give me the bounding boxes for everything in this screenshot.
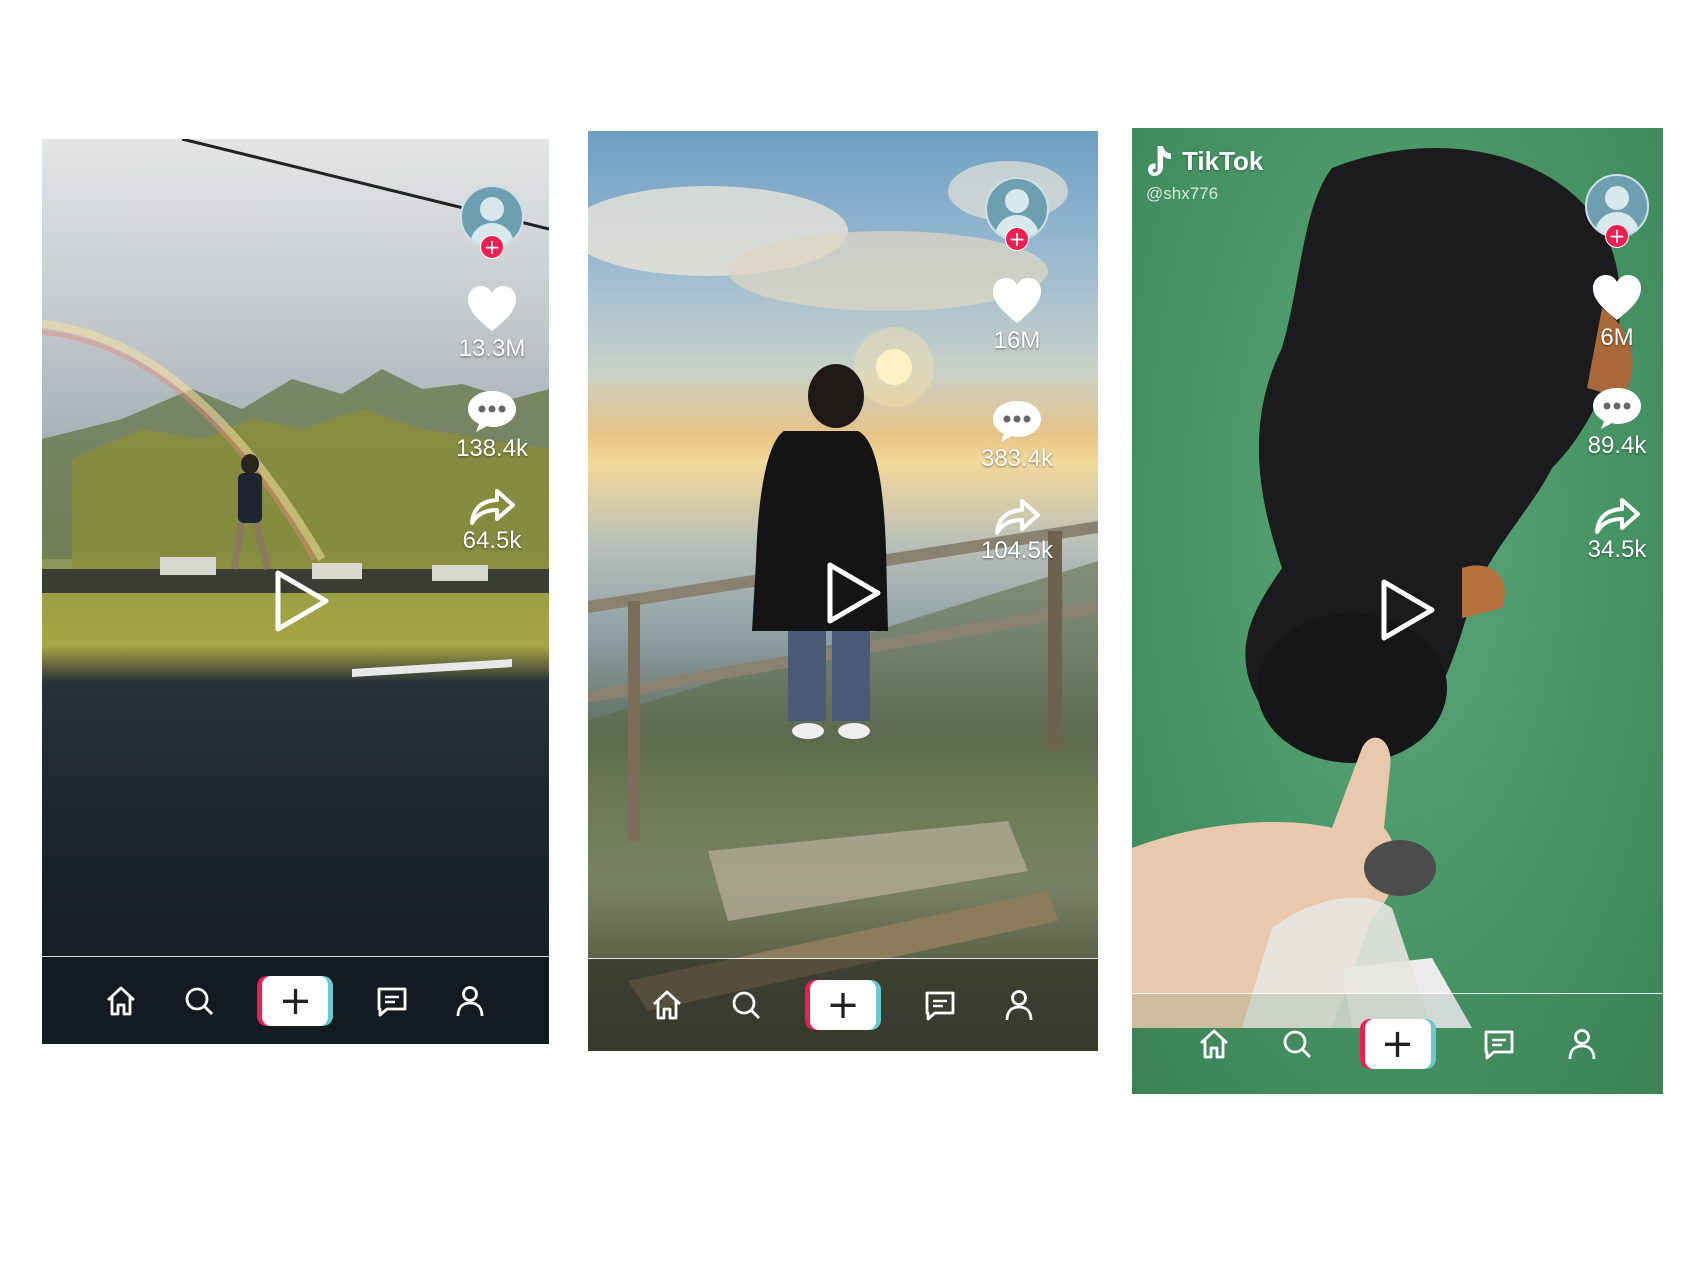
tiktok-brand-text: TikTok	[1182, 145, 1264, 176]
search-icon[interactable]	[726, 985, 766, 1025]
play-icon[interactable]	[824, 561, 884, 625]
comment-bubble-icon[interactable]	[1591, 386, 1643, 430]
follow-plus-icon[interactable]: +	[1005, 227, 1029, 251]
share-count: 104.5k	[980, 537, 1054, 564]
home-icon[interactable]	[1194, 1024, 1234, 1064]
action-column: + 16M 383.4k 104.5k	[972, 177, 1062, 565]
comment-count: 89.4k	[1587, 432, 1647, 459]
bottom-navbar: +	[42, 957, 549, 1044]
share-arrow-icon[interactable]	[1594, 498, 1640, 534]
like-count: 13.3M	[458, 335, 526, 362]
play-icon[interactable]	[272, 569, 332, 633]
bottom-navbar: +	[588, 959, 1098, 1051]
phone-screen-3: TikTok @shx776 + 6M 89.4k 34.5k +	[1132, 128, 1663, 1094]
create-plus-icon: +	[262, 975, 329, 1026]
play-icon[interactable]	[1378, 578, 1438, 642]
create-plus-icon: +	[809, 980, 876, 1030]
comment-count: 383.4k	[980, 445, 1054, 472]
home-icon[interactable]	[101, 981, 141, 1021]
action-column: + 6M 89.4k 34.5k	[1572, 174, 1662, 564]
profile-icon[interactable]	[450, 981, 490, 1021]
tiktok-logo-icon	[1148, 146, 1171, 176]
inbox-icon[interactable]	[1479, 1024, 1519, 1064]
tiktok-watermark: TikTok	[1146, 144, 1263, 178]
create-plus-button[interactable]: +	[804, 980, 881, 1030]
follow-plus-icon[interactable]: +	[480, 235, 504, 259]
create-plus-icon: +	[1364, 1019, 1431, 1069]
inbox-icon[interactable]	[920, 985, 960, 1025]
home-icon[interactable]	[647, 985, 687, 1025]
inbox-icon[interactable]	[372, 981, 412, 1021]
share-count: 34.5k	[1587, 536, 1647, 563]
heart-icon[interactable]	[1591, 274, 1643, 322]
heart-icon[interactable]	[466, 285, 518, 333]
comment-count: 138.4k	[455, 435, 529, 462]
share-count: 64.5k	[462, 527, 522, 554]
search-icon[interactable]	[1277, 1024, 1317, 1064]
creator-handle: @shx776	[1146, 184, 1219, 203]
share-arrow-icon[interactable]	[469, 489, 515, 525]
create-plus-button[interactable]: +	[257, 975, 334, 1026]
like-count: 16M	[993, 327, 1041, 354]
profile-icon[interactable]	[999, 985, 1039, 1025]
create-plus-button[interactable]: +	[1359, 1019, 1436, 1069]
share-arrow-icon[interactable]	[994, 499, 1040, 535]
heart-icon[interactable]	[991, 277, 1043, 325]
like-count: 6M	[1600, 324, 1634, 351]
comment-bubble-icon[interactable]	[466, 389, 518, 433]
bottom-navbar: +	[1132, 994, 1663, 1094]
comment-bubble-icon[interactable]	[991, 399, 1043, 443]
profile-icon[interactable]	[1562, 1024, 1602, 1064]
phone-screen-2: + 16M 383.4k 104.5k +	[588, 131, 1098, 1051]
phone-screen-1: + 13.3M 138.4k 64.5k +	[42, 139, 549, 1044]
search-icon[interactable]	[179, 981, 219, 1021]
action-column: + 13.3M 138.4k 64.5k	[447, 185, 537, 555]
follow-plus-icon[interactable]: +	[1605, 224, 1629, 248]
